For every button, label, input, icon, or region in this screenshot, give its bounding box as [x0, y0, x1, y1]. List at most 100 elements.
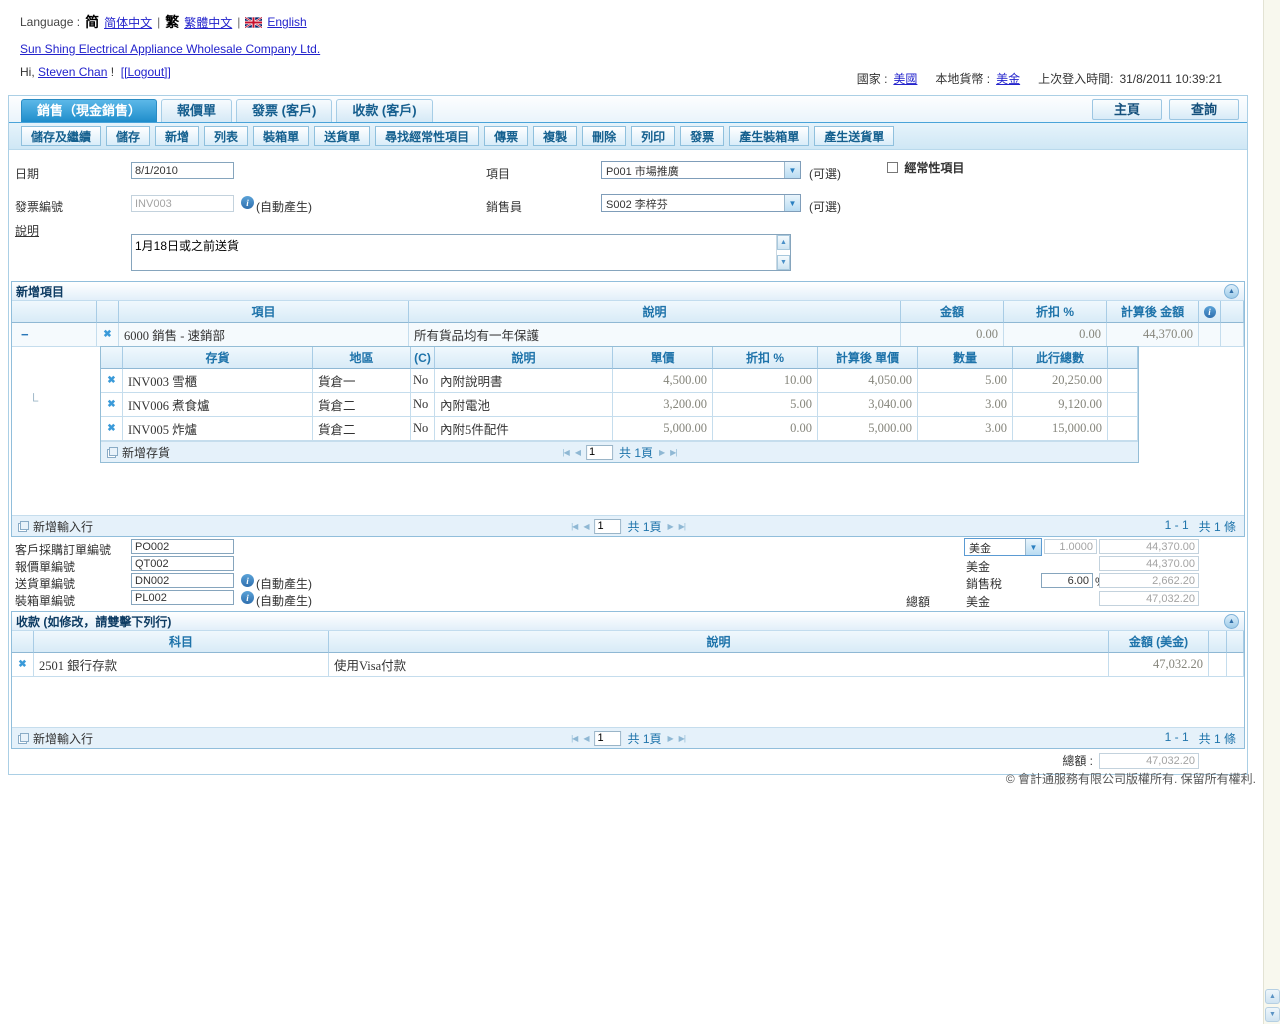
last-page-icon[interactable]: ▶| [679, 734, 685, 743]
last-page-icon[interactable]: ▶| [670, 448, 676, 457]
chevron-down-icon[interactable]: ▼ [1025, 539, 1041, 555]
invoice-no-label: 發票編號 [15, 198, 63, 215]
page-number-input[interactable] [594, 731, 621, 746]
scroll-down-icon[interactable]: ▼ [1265, 1007, 1280, 1022]
grand-currency-label: 美金 [966, 593, 990, 610]
copy-button[interactable]: 複製 [533, 126, 577, 146]
generate-delivery-note-button[interactable]: 產生送貨單 [814, 126, 894, 146]
tab-receipt-customer[interactable]: 收款 (客戶) [336, 99, 432, 122]
save-and-continue-button[interactable]: 儲存及繼續 [21, 126, 101, 146]
optional-note: (可選) [809, 198, 841, 215]
user-link[interactable]: Steven Chan [38, 65, 107, 79]
delivery-note-button[interactable]: 送貨單 [314, 126, 370, 146]
project-select[interactable]: P001 市場推廣 ▼ [601, 161, 801, 179]
delete-row-icon[interactable]: ✖ [103, 329, 111, 340]
add-inventory-link[interactable]: 新增存貨 [107, 444, 170, 461]
currency-select-value: 美金 [965, 539, 1025, 555]
first-page-icon[interactable]: |◀ [571, 522, 577, 531]
col-amount: 金額 [901, 301, 1004, 323]
first-page-icon[interactable]: |◀ [571, 734, 577, 743]
col-discount: 折扣 % [1004, 301, 1107, 323]
tab-sales-cash[interactable]: 銷售（現金銷售） [21, 99, 157, 122]
date-field[interactable] [131, 162, 234, 179]
date-label: 日期 [15, 165, 39, 182]
next-page-icon[interactable]: ▶ [668, 522, 673, 531]
find-recurring-button[interactable]: 尋找經常性項目 [375, 126, 479, 146]
tab-quotation[interactable]: 報價單 [161, 99, 232, 122]
delivery-no-field[interactable] [131, 573, 234, 588]
lang-link-traditional[interactable]: 繁體中文 [184, 14, 232, 31]
inventory-table-footer: 新增存貨 |◀ ◀ 共 1頁 ▶ ▶| [101, 441, 1138, 462]
salesman-select[interactable]: S002 李梓芬 ▼ [601, 194, 801, 212]
next-page-icon[interactable]: ▶ [668, 734, 673, 743]
greeting: Hi, Steven Chan ! [[Logout]] [20, 65, 320, 79]
item-row[interactable]: − ✖ 6000 銷售 - 速銷部 所有貨品均有一年保護 0.00 0.00 4… [12, 323, 1244, 347]
local-currency-link[interactable]: 美金 [996, 70, 1020, 87]
page-number-input[interactable] [594, 519, 621, 534]
language-label: Language : [20, 15, 80, 29]
packing-no-field[interactable] [131, 590, 234, 605]
new-button[interactable]: 新增 [155, 126, 199, 146]
delete-row-icon[interactable]: ✖ [107, 399, 115, 410]
local-currency-label: 本地貨幣 : [935, 70, 990, 87]
list-button[interactable]: 列表 [204, 126, 248, 146]
col-desc: 說明 [409, 301, 901, 323]
description-textarea[interactable]: 1月18日或之前送貨 [132, 235, 776, 270]
delete-button[interactable]: 刪除 [582, 126, 626, 146]
voucher-button[interactable]: 傳票 [484, 126, 528, 146]
inventory-desc-cell: 內附5件配件 [435, 417, 613, 441]
description-link[interactable]: 說明 [15, 222, 39, 239]
country-link[interactable]: 美國 [893, 70, 917, 87]
items-panel-title-bar: 新增項目 ▲ [12, 282, 1244, 301]
vertical-scrollbar[interactable]: ▲ ▼ [1263, 0, 1280, 1024]
lang-link-simplified[interactable]: 简体中文 [104, 14, 152, 31]
collapse-icon[interactable]: ▲ [1224, 284, 1239, 299]
auto-generate-note: (自動產生) [256, 575, 312, 592]
enquiry-button[interactable]: 查詢 [1169, 99, 1239, 120]
country-label: 國家 : [857, 70, 888, 87]
delete-row-icon[interactable]: ✖ [18, 659, 26, 670]
save-button[interactable]: 儲存 [106, 126, 150, 146]
last-page-icon[interactable]: ▶| [679, 522, 685, 531]
first-page-icon[interactable]: |◀ [563, 448, 569, 457]
tax-rate-field[interactable] [1041, 573, 1093, 588]
collapse-icon[interactable]: ▲ [1224, 614, 1239, 629]
collapse-row-icon[interactable]: − [21, 327, 29, 342]
chevron-down-icon[interactable]: ▼ [784, 162, 800, 178]
scroll-up-icon[interactable]: ▲ [1265, 989, 1280, 1004]
inventory-row[interactable]: ✖ INV003 雪櫃 貨倉一 No 內附說明書 4,500.00 10.00 … [101, 369, 1138, 393]
po-field[interactable] [131, 539, 234, 554]
scroll-down-icon[interactable]: ▼ [777, 255, 790, 270]
chevron-down-icon[interactable]: ▼ [784, 195, 800, 211]
lang-link-english[interactable]: English [267, 15, 306, 29]
inventory-discount-cell: 10.00 [713, 369, 818, 393]
prev-page-icon[interactable]: ◀ [575, 448, 580, 457]
quotation-no-label: 報價單編號 [15, 558, 75, 575]
currency-select[interactable]: 美金 ▼ [964, 538, 1042, 556]
delete-row-icon[interactable]: ✖ [107, 375, 115, 386]
prev-page-icon[interactable]: ◀ [583, 522, 588, 531]
tab-invoice-customer[interactable]: 發票 (客戶) [236, 99, 332, 122]
company-link[interactable]: Sun Shing Electrical Appliance Wholesale… [20, 42, 320, 56]
invoice-button[interactable]: 發票 [680, 126, 724, 146]
quotation-no-field[interactable] [131, 556, 234, 571]
inventory-row[interactable]: ✖ INV005 炸爐 貨倉二 No 內附5件配件 5,000.00 0.00 … [101, 417, 1138, 441]
packing-list-button[interactable]: 裝箱單 [253, 126, 309, 146]
generate-packing-list-button[interactable]: 產生裝箱單 [729, 126, 809, 146]
add-input-row-link[interactable]: 新增輸入行 [18, 730, 93, 747]
prev-page-icon[interactable]: ◀ [583, 734, 588, 743]
scroll-up-icon[interactable]: ▲ [777, 235, 790, 250]
inventory-row[interactable]: ✖ INV006 煮食爐 貨倉二 No 內附電池 3,200.00 5.00 3… [101, 393, 1138, 417]
page-number-input[interactable] [586, 445, 613, 460]
add-input-row-link[interactable]: 新增輸入行 [18, 518, 93, 535]
logout-link[interactable]: [[Logout]] [121, 65, 171, 79]
delete-row-icon[interactable]: ✖ [107, 423, 115, 434]
total-pages: 共 1頁 [627, 730, 661, 747]
total-pages: 共 1頁 [627, 518, 661, 535]
print-button[interactable]: 列印 [631, 126, 675, 146]
next-page-icon[interactable]: ▶ [659, 448, 664, 457]
recurring-checkbox[interactable] [887, 162, 898, 173]
receipt-panel-title: 收款 (如修改，請雙擊下列行) [16, 613, 171, 630]
receipt-row[interactable]: ✖ 2501 銀行存款 使用Visa付款 47,032.20 [12, 653, 1244, 677]
home-button[interactable]: 主頁 [1092, 99, 1162, 120]
